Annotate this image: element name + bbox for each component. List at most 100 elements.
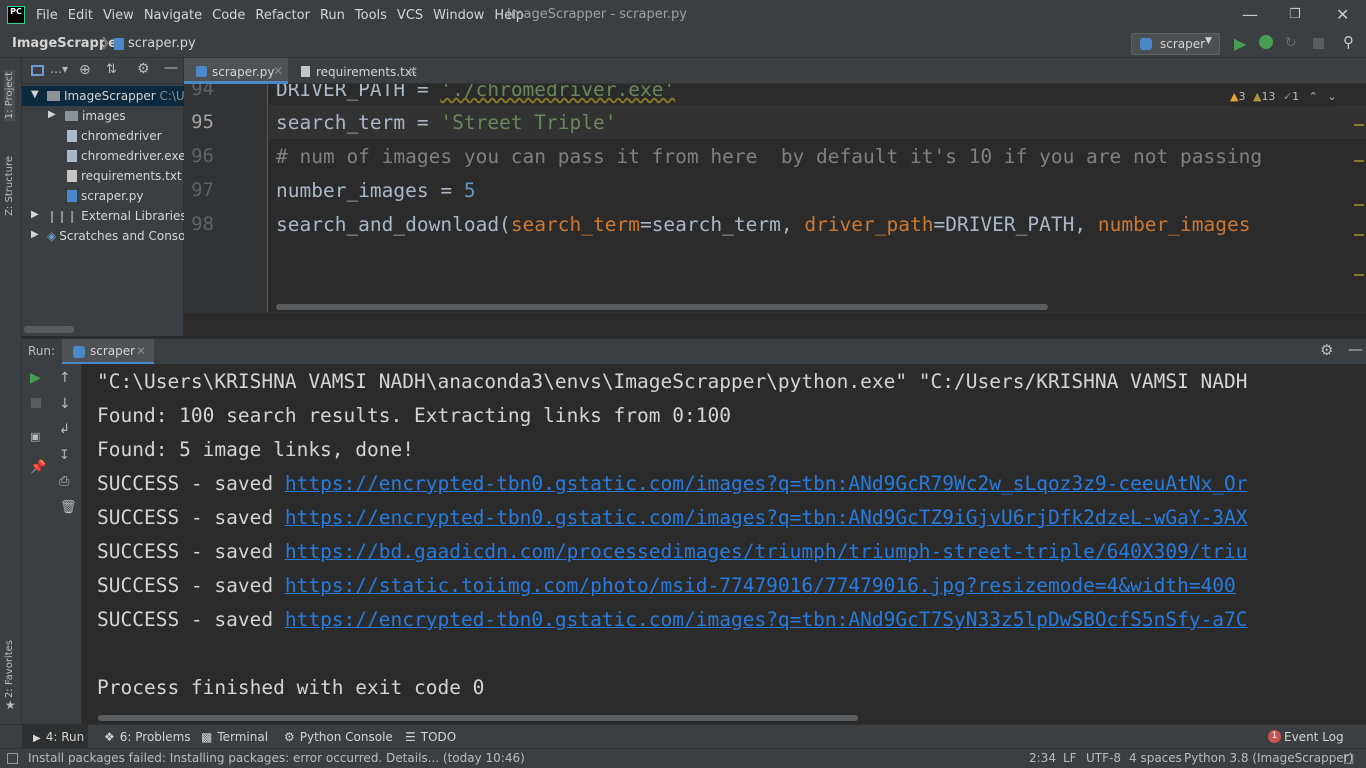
run-tab-scraper[interactable]: scraper ✕ bbox=[62, 339, 154, 365]
arrow-down-icon[interactable]: ↓ bbox=[59, 396, 71, 412]
chevron-right-icon[interactable]: ▶ bbox=[31, 229, 39, 240]
tree-item-requirements[interactable]: requirements.txt bbox=[67, 169, 182, 183]
python-icon bbox=[1140, 38, 1152, 50]
soft-wrap-icon[interactable]: ↲ bbox=[59, 422, 70, 437]
error-stripe[interactable] bbox=[1352, 124, 1366, 304]
console-link[interactable]: https://encrypted-tbn0.gstatic.com/image… bbox=[285, 472, 1248, 495]
star-icon: ★ bbox=[5, 698, 16, 712]
search-icon[interactable]: ⚲ bbox=[1343, 33, 1354, 51]
menu-bar: PC File Edit View Navigate Code Refactor… bbox=[0, 0, 1366, 30]
hide-panel-icon[interactable]: — bbox=[164, 60, 178, 76]
collapse-all-icon[interactable]: ⇅ bbox=[106, 62, 117, 77]
tree-item-scraper-py[interactable]: scraper.py bbox=[67, 189, 144, 203]
console-horizontal-scrollbar[interactable] bbox=[98, 715, 858, 721]
menu-window[interactable]: Window bbox=[433, 8, 484, 23]
locate-icon[interactable]: ⊕ bbox=[79, 62, 91, 78]
tool-tab-run[interactable]: ▶ 4: Run bbox=[33, 730, 84, 744]
tool-tab-terminal[interactable]: ▩ Terminal bbox=[201, 730, 268, 744]
status-caret-position[interactable]: 2:34 bbox=[1029, 751, 1056, 765]
close-tab-icon[interactable]: ✕ bbox=[408, 64, 418, 78]
console-link[interactable]: https://static.toiimg.com/photo/msid-774… bbox=[285, 574, 1236, 597]
console-link[interactable]: https://encrypted-tbn0.gstatic.com/image… bbox=[285, 506, 1248, 529]
tool-window-project[interactable]: 1: Project bbox=[4, 70, 15, 122]
pin-icon[interactable]: 📌 bbox=[30, 460, 46, 475]
run-console[interactable]: "C:\Users\KRISHNA VAMSI NADH\anaconda3\e… bbox=[82, 364, 1366, 724]
tree-root[interactable]: ImageScrapper C:\Us bbox=[47, 89, 191, 103]
menu-vcs[interactable]: VCS bbox=[397, 8, 423, 23]
run-panel-header: Run: scraper ✕ ⚙ — bbox=[22, 338, 1366, 365]
profile-icon[interactable]: ↻ bbox=[1285, 35, 1297, 51]
code-string: 'Street Triple' bbox=[440, 111, 617, 134]
code-editor[interactable]: 94 95 96 97 98 DRIVER_PATH = './chromedr… bbox=[184, 84, 1366, 312]
close-tab-icon[interactable]: ✕ bbox=[273, 64, 283, 78]
status-message[interactable]: Install packages failed: Installing pack… bbox=[28, 751, 525, 765]
tool-tab-problems[interactable]: ❖ 6: Problems bbox=[104, 730, 191, 744]
trash-icon[interactable]: 🗑 bbox=[60, 500, 77, 515]
line-number: 94 bbox=[191, 84, 214, 100]
inspection-widget[interactable]: ▲3 ▲13 ✓1 ⌃ ⌄ bbox=[1230, 90, 1337, 106]
python-file-icon bbox=[196, 66, 207, 77]
print-icon[interactable]: ⎙ bbox=[59, 474, 69, 489]
run-toolbar: ▶ ▣ 📌 bbox=[22, 364, 50, 724]
status-indent[interactable]: 4 spaces bbox=[1129, 751, 1182, 765]
warning-count: 13 bbox=[1261, 90, 1276, 103]
status-interpreter[interactable]: Python 3.8 (ImageScrapper) bbox=[1184, 751, 1353, 765]
horizontal-scrollbar[interactable] bbox=[24, 326, 74, 333]
menu-refactor[interactable]: Refactor bbox=[255, 8, 310, 23]
menu-file[interactable]: File bbox=[36, 8, 58, 23]
console-link[interactable]: https://encrypted-tbn0.gstatic.com/image… bbox=[285, 608, 1248, 631]
stop-icon[interactable] bbox=[1313, 38, 1324, 49]
arrow-up-icon[interactable]: ↑ bbox=[59, 370, 71, 386]
editor-tab-requirements[interactable]: requirements.txt ✕ bbox=[288, 58, 418, 84]
close-tab-icon[interactable]: ✕ bbox=[136, 344, 146, 358]
menu-run[interactable]: Run bbox=[320, 8, 345, 23]
editor-tab-scraper[interactable]: scraper.py ✕ bbox=[184, 58, 288, 84]
tool-tab-python-console[interactable]: ⚙ Python Console bbox=[284, 730, 393, 744]
chevron-down-icon[interactable]: ▼ bbox=[31, 89, 39, 100]
success-prefix: SUCCESS - saved bbox=[97, 574, 285, 597]
tree-item-images[interactable]: images bbox=[65, 109, 126, 123]
debug-icon[interactable] bbox=[1259, 35, 1273, 49]
breadcrumb-file[interactable]: scraper.py bbox=[128, 36, 196, 51]
tree-item-scratches[interactable]: ◈ Scratches and Consoles bbox=[47, 229, 202, 243]
stop-icon[interactable] bbox=[31, 398, 41, 408]
run-icon[interactable]: ▶ bbox=[1234, 34, 1246, 53]
status-encoding[interactable]: UTF-8 bbox=[1086, 751, 1121, 765]
menu-view[interactable]: View bbox=[103, 8, 134, 23]
tool-window-favorites[interactable]: 2: Favorites bbox=[4, 640, 15, 698]
console-toolbar: ↑ ↓ ↲ ↧ ⎙ 🗑 bbox=[50, 364, 82, 724]
close-icon[interactable]: ✕ bbox=[1336, 5, 1349, 24]
editor-horizontal-scrollbar[interactable] bbox=[276, 304, 1048, 310]
menu-tools[interactable]: Tools bbox=[355, 8, 387, 23]
chevron-up-icon[interactable]: ⌃ bbox=[1309, 90, 1318, 103]
event-log-button[interactable]: Event Log bbox=[1284, 730, 1344, 744]
menu-edit[interactable]: Edit bbox=[68, 8, 93, 23]
console-link[interactable]: https://bd.gaadicdn.com/processedimages/… bbox=[285, 540, 1248, 563]
restore-icon[interactable]: ❐ bbox=[1289, 7, 1301, 22]
lock-icon[interactable]: □ bbox=[1343, 751, 1354, 765]
text-file-icon bbox=[301, 66, 310, 77]
hide-panel-icon[interactable]: — bbox=[1348, 340, 1363, 358]
code-token: DRIVER_PATH = bbox=[276, 84, 441, 101]
layout-icon[interactable]: ▣ bbox=[30, 430, 40, 443]
status-line-separator[interactable]: LF bbox=[1063, 751, 1077, 765]
chevron-down-icon[interactable]: ⌄ bbox=[1327, 90, 1336, 103]
scroll-to-end-icon[interactable]: ↧ bbox=[59, 448, 70, 463]
project-view-icon[interactable] bbox=[31, 65, 44, 76]
rerun-icon[interactable]: ▶ bbox=[30, 370, 41, 386]
project-view-dropdown[interactable]: …▾ bbox=[50, 62, 68, 76]
tool-window-structure[interactable]: Z: Structure bbox=[4, 156, 15, 216]
gear-icon[interactable]: ⚙ bbox=[1320, 341, 1333, 359]
gear-icon[interactable]: ⚙ bbox=[137, 61, 150, 77]
tool-tab-todo[interactable]: ☰ TODO bbox=[405, 730, 456, 744]
run-config-select[interactable]: scraper ▼ bbox=[1131, 33, 1220, 55]
minimize-icon[interactable]: — bbox=[1242, 5, 1258, 24]
tree-item-chromedriver-exe[interactable]: chromedriver.exe bbox=[67, 149, 186, 163]
chevron-right-icon[interactable]: ▶ bbox=[48, 109, 56, 120]
tree-item-external-libraries[interactable]: ❙❙❙ External Libraries bbox=[47, 209, 187, 223]
menu-code[interactable]: Code bbox=[212, 8, 245, 23]
tree-item-chromedriver[interactable]: chromedriver bbox=[67, 129, 162, 143]
toggle-tool-windows-icon[interactable] bbox=[7, 753, 18, 764]
chevron-right-icon[interactable]: ▶ bbox=[31, 209, 39, 220]
menu-navigate[interactable]: Navigate bbox=[144, 8, 202, 23]
